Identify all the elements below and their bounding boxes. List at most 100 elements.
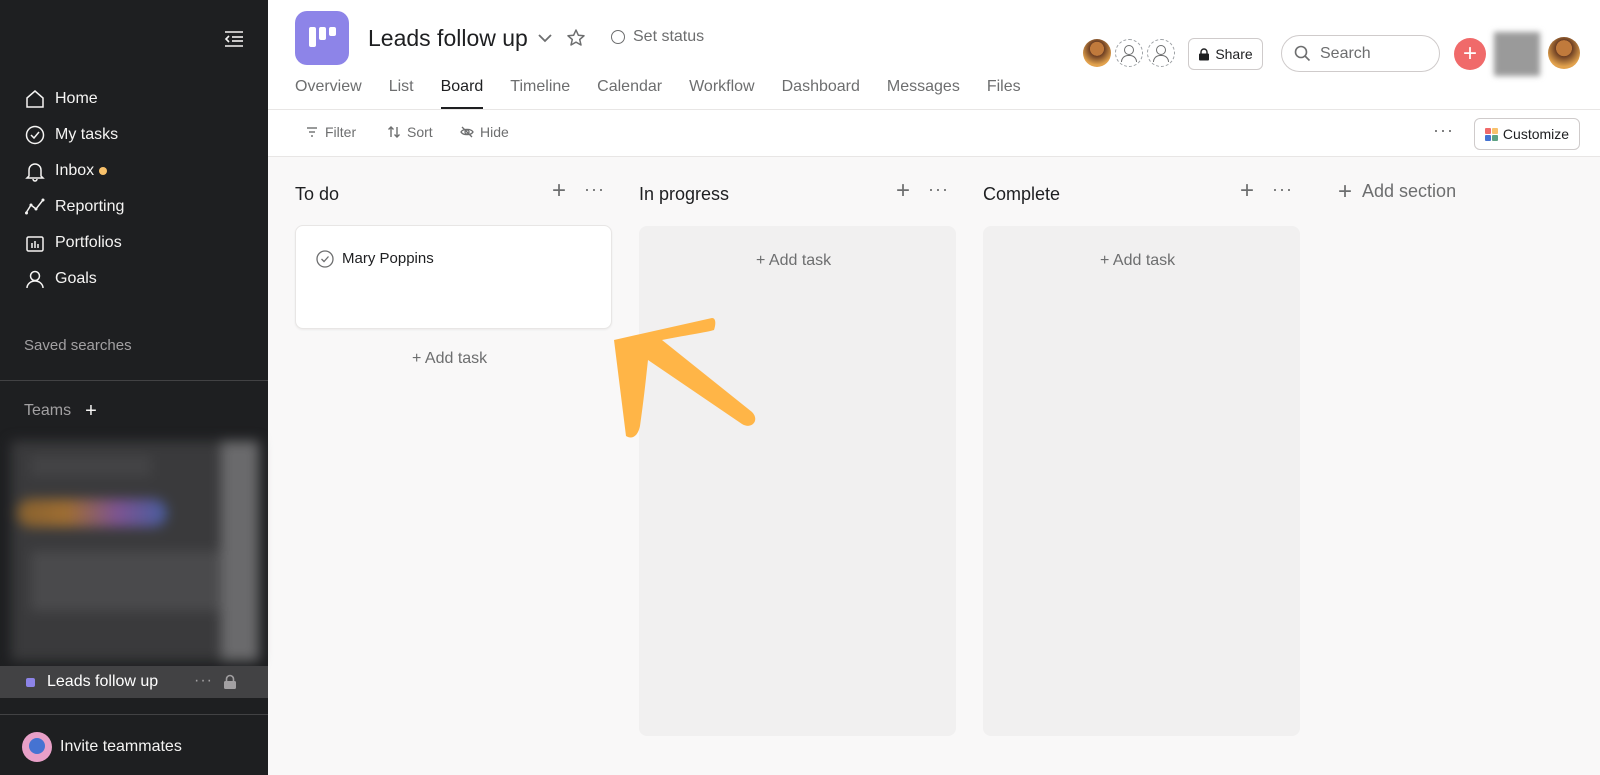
sidebar-item-my-tasks[interactable]: My tasks	[0, 117, 268, 153]
project-header: Leads follow up Set status Overview List…	[268, 0, 1600, 110]
sidebar-project-label: Leads follow up	[47, 673, 159, 690]
unread-dot	[99, 167, 108, 175]
column-more-icon[interactable]: ···	[928, 179, 954, 203]
chevron-down-icon[interactable]	[536, 29, 554, 47]
tab-list[interactable]: List	[389, 78, 414, 110]
person-icon	[26, 270, 44, 289]
blurred-upgrade-area[interactable]	[1494, 32, 1540, 76]
add-task-button[interactable]: + Add task	[1100, 252, 1175, 270]
collapse-sidebar-icon[interactable]	[222, 28, 246, 50]
sidebar-item-label: Portfolios	[55, 234, 122, 251]
saved-searches-heading[interactable]: Saved searches	[24, 337, 132, 354]
sidebar-item-label: Reporting	[55, 198, 125, 215]
search-icon	[1294, 45, 1311, 62]
filter-button[interactable]: Filter	[305, 124, 356, 140]
sidebar-item-home[interactable]: Home	[0, 81, 268, 117]
home-icon	[26, 90, 44, 108]
complete-task-check-icon[interactable]	[316, 250, 334, 268]
lock-icon	[224, 674, 236, 689]
user-avatar[interactable]	[1548, 37, 1580, 69]
tab-dashboard[interactable]: Dashboard	[782, 78, 860, 110]
add-member-avatar-icon[interactable]	[1115, 39, 1143, 67]
tab-overview[interactable]: Overview	[295, 78, 362, 110]
page-title[interactable]: Leads follow up	[368, 25, 528, 52]
project-more-icon[interactable]: ···	[194, 672, 213, 690]
set-status-label: Set status	[633, 28, 705, 45]
sort-label: Sort	[407, 124, 433, 140]
tab-files[interactable]: Files	[987, 78, 1021, 110]
sidebar-divider	[0, 380, 268, 381]
sidebar-item-portfolios[interactable]: Portfolios	[0, 225, 268, 261]
sidebar-item-label: Goals	[55, 270, 97, 287]
check-circle-icon	[25, 125, 45, 145]
invite-teammates-button[interactable]: Invite teammates	[22, 732, 182, 762]
bell-icon	[25, 163, 45, 182]
tab-messages[interactable]: Messages	[887, 78, 960, 110]
star-icon[interactable]	[566, 28, 586, 48]
create-button[interactable]: +	[1454, 38, 1486, 70]
sort-button[interactable]: Sort	[387, 124, 433, 140]
plus-icon: +	[1338, 177, 1353, 205]
sidebar-nav: Home My tasks Inbox Reporting Portfolios…	[0, 81, 268, 297]
add-member-avatar-icon[interactable]	[1147, 39, 1175, 67]
search-input[interactable]: Search	[1281, 35, 1440, 72]
add-section-button[interactable]: + Add section	[1338, 177, 1457, 205]
sidebar-item-inbox[interactable]: Inbox	[0, 153, 268, 189]
filter-icon	[307, 127, 317, 137]
tab-calendar[interactable]: Calendar	[597, 78, 662, 110]
project-members	[1083, 39, 1179, 67]
sidebar-item-label: Home	[55, 90, 98, 107]
sidebar-item-label: Inbox	[55, 162, 95, 179]
project-tabs: Overview List Board Timeline Calendar Wo…	[295, 78, 1048, 110]
customize-button[interactable]: Customize	[1474, 118, 1580, 150]
more-options-icon[interactable]: ···	[1433, 120, 1454, 141]
blurred-teams-list	[11, 441, 259, 661]
column-drop-area[interactable]	[639, 226, 956, 736]
folder-icon	[26, 236, 44, 252]
column-more-icon[interactable]: ···	[584, 179, 610, 203]
member-avatar[interactable]	[1083, 39, 1111, 67]
add-task-button[interactable]: + Add task	[756, 252, 831, 270]
lock-icon	[1199, 47, 1210, 60]
eye-off-icon	[460, 126, 474, 138]
task-card[interactable]: Mary Poppins	[295, 225, 612, 329]
customize-label: Customize	[1502, 126, 1570, 142]
hide-label: Hide	[480, 124, 509, 140]
tab-timeline[interactable]: Timeline	[510, 78, 570, 110]
board-project-icon[interactable]	[295, 11, 349, 65]
sidebar-project-leads-follow-up[interactable]: Leads follow up ···	[0, 666, 268, 698]
sidebar-divider	[0, 714, 268, 715]
invite-icon	[22, 732, 52, 762]
share-button[interactable]: Share	[1188, 38, 1263, 70]
tab-workflow[interactable]: Workflow	[689, 78, 755, 110]
share-label: Share	[1215, 46, 1253, 62]
invite-label: Invite teammates	[60, 738, 182, 755]
column-title[interactable]: To do	[295, 184, 339, 205]
teams-label[interactable]: Teams	[24, 402, 71, 420]
sidebar: Home My tasks Inbox Reporting Portfolios…	[0, 0, 268, 775]
column-drop-area[interactable]	[983, 226, 1300, 736]
column-more-icon[interactable]: ···	[1272, 179, 1298, 203]
sidebar-item-goals[interactable]: Goals	[0, 261, 268, 297]
teams-heading: Teams +	[24, 401, 97, 421]
column-title[interactable]: Complete	[983, 184, 1060, 205]
customize-icon	[1484, 127, 1498, 141]
board: To do + ··· Mary Poppins + Add task In p…	[268, 157, 1600, 775]
column-add-task-icon[interactable]: +	[891, 179, 915, 203]
add-team-icon[interactable]: +	[85, 401, 97, 421]
set-status-button[interactable]: Set status	[611, 28, 704, 46]
tab-board[interactable]: Board	[440, 78, 483, 110]
column-title[interactable]: In progress	[639, 184, 729, 205]
sidebar-item-label: My tasks	[55, 126, 119, 143]
sidebar-item-reporting[interactable]: Reporting	[0, 189, 268, 225]
column-add-task-icon[interactable]: +	[1235, 179, 1259, 203]
project-color-dot	[26, 677, 35, 687]
status-circle-icon	[611, 30, 625, 44]
column-add-task-icon[interactable]: +	[547, 179, 571, 203]
add-section-label: Add section	[1362, 181, 1457, 201]
task-name: Mary Poppins	[342, 250, 434, 267]
hide-button[interactable]: Hide	[460, 124, 509, 140]
filter-label: Filter	[325, 124, 357, 140]
trend-line-icon	[25, 198, 45, 215]
add-task-button[interactable]: + Add task	[412, 350, 487, 368]
